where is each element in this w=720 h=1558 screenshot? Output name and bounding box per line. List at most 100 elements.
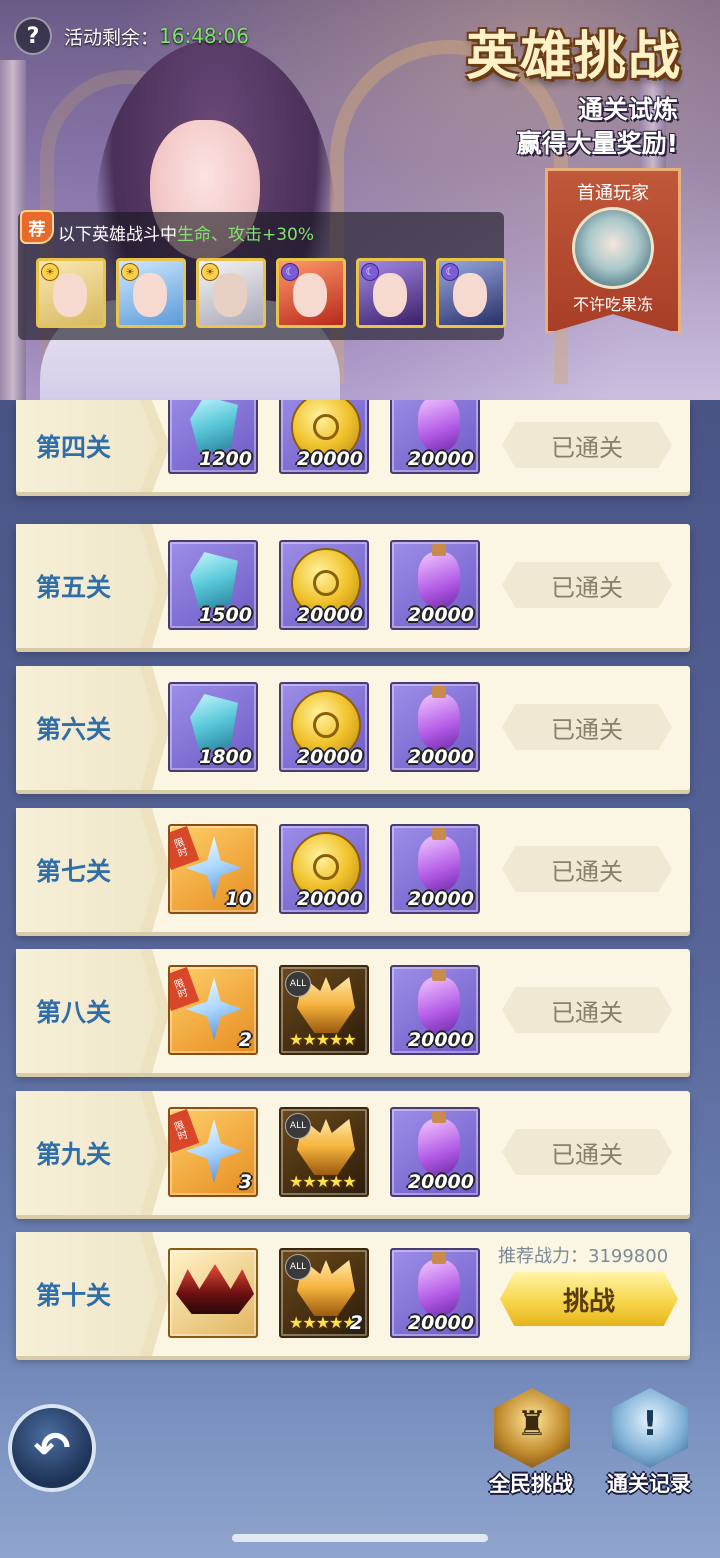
stage-cleared-button: 已通关 <box>502 846 672 892</box>
potion-icon <box>418 1252 460 1316</box>
reward-star-shard[interactable]: 限时 3 <box>168 1107 258 1197</box>
reward-gold-coin[interactable]: 20000 <box>279 682 369 772</box>
potion-icon <box>418 544 460 608</box>
hero-portrait[interactable]: ☾ <box>356 258 426 328</box>
potion-icon <box>418 1111 460 1175</box>
stage-name: 第八关 <box>36 998 112 1027</box>
star-rating: ★★★★★ <box>289 1030 357 1049</box>
reward-potion[interactable]: 20000 <box>390 682 480 772</box>
hero-buff-panel: 荐 以下英雄战斗中生命、攻击+30% ☀ ☀ ☀ ☾ ☾ ☾ <box>18 210 506 340</box>
moon-icon: ☾ <box>361 263 379 281</box>
reward-crystal[interactable]: 1500 <box>168 540 258 630</box>
stage-cleared-button: 已通关 <box>502 1129 672 1175</box>
buff-text-prefix: 以下英雄战斗中 <box>58 225 177 245</box>
first-clear-player: 不许吃果冻 <box>572 295 653 314</box>
all-badge: ALL <box>285 1113 311 1139</box>
reward-gold-coin[interactable]: 20000 <box>279 824 369 914</box>
crystal-icon <box>190 400 238 454</box>
subtitle-line-2: 赢得大量奖励! <box>516 129 678 158</box>
global-challenge-button[interactable]: ♜ 全民挑战 <box>476 1388 586 1500</box>
reward-qty: 20000 <box>407 1312 474 1334</box>
stage-row-10: 第十关 ALL ★★★★★ 2 20000 推荐战力：3199800 挑战 <box>16 1232 690 1356</box>
stage-name: 第四关 <box>36 433 112 462</box>
page-title: 英雄挑战 <box>465 27 682 87</box>
stage-cleared-button: 已通关 <box>502 987 672 1033</box>
sun-icon: ☀ <box>121 263 139 281</box>
clear-record-button[interactable]: ! 通关记录 <box>594 1388 704 1500</box>
reward-qty: 1200 <box>199 448 252 470</box>
reward-crystal[interactable]: 1200 <box>168 400 258 474</box>
potion-icon <box>418 400 460 452</box>
reward-hero-mask[interactable]: ALL ★★★★★ <box>279 1107 369 1197</box>
stage-name: 第十关 <box>36 1281 112 1310</box>
recommended-power: 推荐战力：3199800 <box>498 1246 669 1267</box>
reward-hero-mask[interactable]: ALL ★★★★★ 2 <box>279 1248 369 1338</box>
reward-potion[interactable]: 20000 <box>390 1248 480 1338</box>
global-challenge-label: 全民挑战 <box>489 1472 573 1496</box>
stage-row-9: 第九关 限时 3 ALL ★★★★★ 20000 已通关 <box>16 1091 690 1215</box>
hero-portrait[interactable]: ☾ <box>276 258 346 328</box>
sun-icon: ☀ <box>201 263 219 281</box>
limited-tag: 限时 <box>170 1109 200 1154</box>
reward-hero-mask[interactable]: ALL ★★★★★ <box>279 965 369 1055</box>
reward-gold-coin[interactable]: 20000 <box>279 400 369 474</box>
help-icon[interactable]: ? <box>14 17 52 55</box>
hero-portrait[interactable]: ☀ <box>116 258 186 328</box>
hero-portrait[interactable]: ☾ <box>436 258 506 328</box>
stage-cleared-button: 已通关 <box>502 562 672 608</box>
sun-icon: ☀ <box>41 263 59 281</box>
limited-tag: 限时 <box>170 967 200 1012</box>
timer-value: 16:48:06 <box>159 24 249 48</box>
reward-potion[interactable]: 20000 <box>390 400 480 474</box>
moon-icon: ☾ <box>281 263 299 281</box>
event-banner: ? 活动剩余： 16:48:06 英雄挑战 通关试炼 赢得大量奖励! 首通玩家 … <box>0 0 720 400</box>
stage-row-4: 第四关 1200 20000 20000 已通关 <box>16 400 690 492</box>
reward-crystal[interactable]: 1800 <box>168 682 258 772</box>
reward-qty: 20000 <box>407 448 474 470</box>
potion-icon <box>418 828 460 892</box>
crystal-icon <box>190 694 238 752</box>
reward-qty: 1800 <box>199 746 252 768</box>
event-timer: ? 活动剩余： 16:48:06 <box>14 17 249 55</box>
reward-potion[interactable]: 20000 <box>390 1107 480 1197</box>
reward-qty: 20000 <box>407 746 474 768</box>
stage-cleared-button: 已通关 <box>502 704 672 750</box>
reward-potion[interactable]: 20000 <box>390 965 480 1055</box>
moon-icon: ☾ <box>441 263 459 281</box>
reward-qty: 1500 <box>199 604 252 626</box>
reward-potion[interactable]: 20000 <box>390 540 480 630</box>
star-rating: ★★★★★ <box>289 1313 357 1332</box>
all-badge: ALL <box>285 1254 311 1280</box>
reward-qty: 2 <box>238 1029 252 1051</box>
stage-name: 第五关 <box>36 573 112 602</box>
recommend-badge: 荐 <box>20 210 54 244</box>
reward-star-shard[interactable]: 限时 10 <box>168 824 258 914</box>
reward-qty: 20000 <box>407 1029 474 1051</box>
reward-qty: 20000 <box>296 888 363 910</box>
reward-potion[interactable]: 20000 <box>390 824 480 914</box>
limited-tag: 限时 <box>170 826 200 871</box>
reward-star-shard[interactable]: 限时 2 <box>168 965 258 1055</box>
subtitle-line-1: 通关试炼 <box>577 95 678 124</box>
reward-crown[interactable] <box>168 1248 258 1338</box>
timer-label: 活动剩余： <box>64 26 160 49</box>
first-clear-avatar <box>572 207 654 289</box>
reward-qty: 20000 <box>296 448 363 470</box>
stage-name: 第七关 <box>36 857 112 886</box>
reward-qty: 3 <box>238 1171 252 1193</box>
buff-hero-list: ☀ ☀ ☀ ☾ ☾ ☾ <box>36 258 506 328</box>
first-clear-banner[interactable]: 首通玩家 不许吃果冻 <box>545 168 681 334</box>
back-button[interactable]: ↶ <box>8 1404 96 1492</box>
reward-qty: 2 <box>349 1312 363 1334</box>
exclamation-glyph: ! <box>642 1404 658 1444</box>
star-rating: ★★★★★ <box>289 1172 357 1191</box>
reward-gold-coin[interactable]: 20000 <box>279 540 369 630</box>
clear-record-label: 通关记录 <box>607 1472 691 1496</box>
stage-row-7: 第七关 限时 10 20000 20000 已通关 <box>16 808 690 932</box>
potion-icon <box>418 686 460 750</box>
hero-portrait[interactable]: ☀ <box>196 258 266 328</box>
hero-portrait[interactable]: ☀ <box>36 258 106 328</box>
crystal-icon <box>190 552 238 610</box>
home-indicator[interactable] <box>232 1534 488 1542</box>
challenge-button[interactable]: 挑战 <box>500 1272 678 1326</box>
